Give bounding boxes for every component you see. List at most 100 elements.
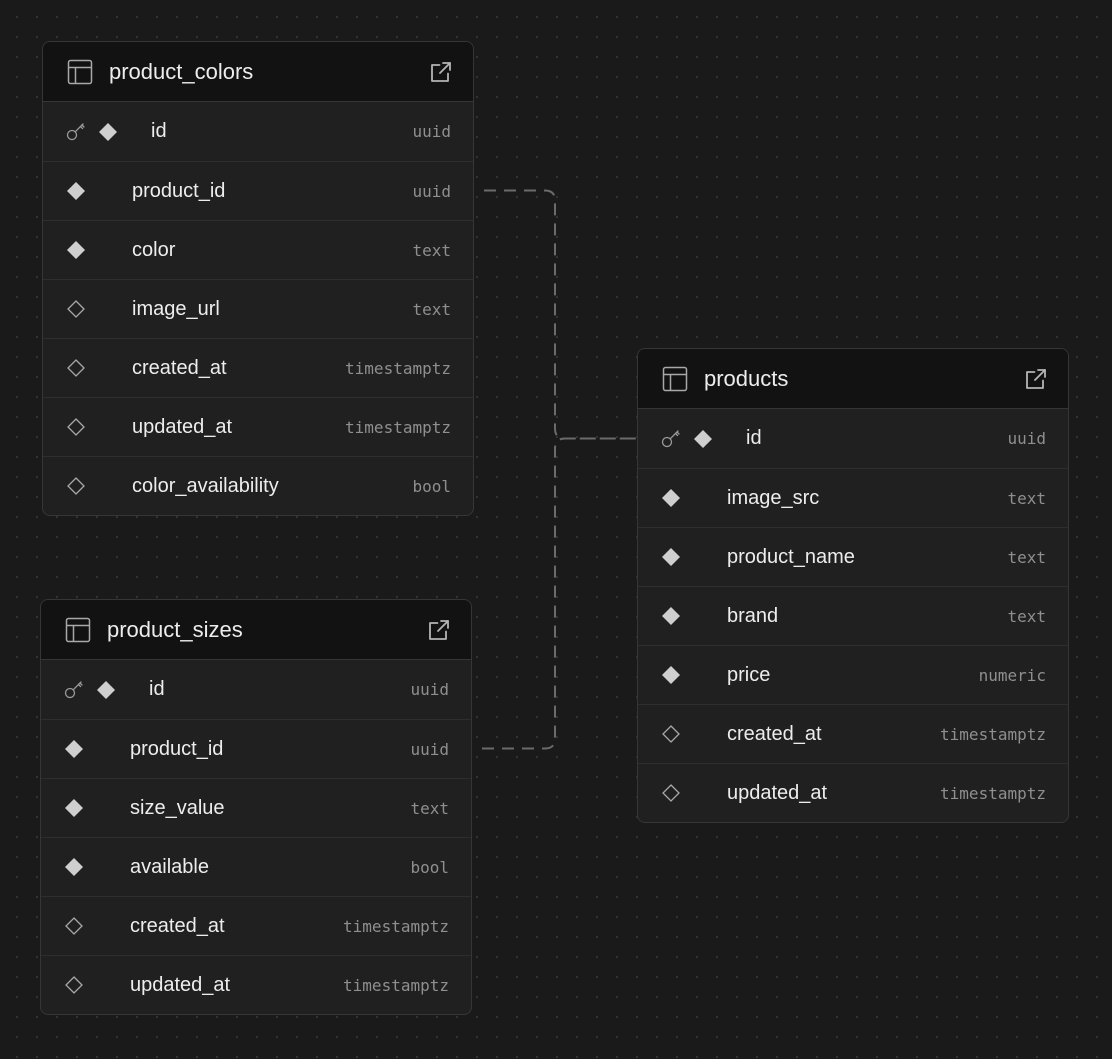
outline-diamond-icon — [64, 975, 84, 995]
column-icons — [66, 417, 132, 437]
column-row[interactable]: created_at timestamptz — [43, 338, 473, 397]
column-type: uuid — [1007, 429, 1046, 448]
column-type: bool — [412, 476, 451, 496]
column-type: timestamptz — [345, 358, 451, 378]
column-icons — [64, 975, 130, 995]
column-name: created_at — [727, 722, 822, 745]
column-name: product_name — [727, 545, 855, 568]
external-link-icon[interactable] — [427, 58, 455, 86]
column-type: timestamptz — [343, 916, 449, 936]
column-type: timestamptz — [345, 417, 451, 437]
column-type: text — [1007, 488, 1046, 508]
column-row[interactable]: updated_at timestamptz — [43, 397, 473, 456]
column-icons — [661, 665, 727, 685]
column-type: bool — [410, 857, 449, 877]
column-icons — [66, 240, 132, 260]
column-type: numeric — [978, 665, 1046, 685]
column-icons — [66, 299, 132, 319]
column-icons — [64, 798, 130, 818]
filled-diamond-icon — [661, 547, 681, 567]
column-row[interactable]: size_value text — [41, 778, 471, 837]
key-icon — [64, 680, 86, 700]
column-name: updated_at — [130, 973, 231, 996]
column-row[interactable]: image_url text — [43, 279, 473, 338]
column-name: id — [151, 120, 167, 142]
outline-diamond-icon — [66, 476, 86, 496]
table-title: product_sizes — [107, 616, 243, 642]
column-type: uuid — [410, 739, 449, 759]
column-row[interactable]: id uuid — [638, 409, 1068, 468]
column-name: brand — [727, 604, 779, 627]
column-row[interactable]: available bool — [41, 837, 471, 896]
external-link-icon[interactable] — [425, 616, 453, 644]
column-type: text — [412, 240, 451, 260]
table-title: products — [704, 365, 789, 391]
column-type: text — [1007, 606, 1046, 626]
column-type: text — [1007, 547, 1046, 567]
column-type: text — [410, 798, 449, 818]
column-name: product_id — [132, 179, 226, 202]
table-grid-icon — [662, 365, 690, 393]
column-type: uuid — [412, 181, 451, 201]
filled-diamond-icon — [64, 798, 84, 818]
column-icons — [661, 488, 727, 508]
column-icons — [64, 857, 130, 877]
outline-diamond-icon — [64, 916, 84, 936]
column-name: available — [130, 855, 209, 878]
column-icons — [64, 680, 149, 700]
filled-diamond-icon — [661, 606, 681, 626]
column-row[interactable]: created_at timestamptz — [41, 896, 471, 955]
external-link-icon[interactable] — [1022, 365, 1050, 393]
column-icons — [64, 916, 130, 936]
column-icons — [661, 724, 727, 744]
column-row[interactable]: color_availability bool — [43, 456, 473, 515]
table-header: products — [638, 349, 1068, 409]
column-name: color — [132, 238, 176, 261]
column-row[interactable]: created_at timestamptz — [638, 704, 1068, 763]
filled-diamond-icon — [661, 488, 681, 508]
table-header: product_sizes — [41, 600, 471, 660]
filled-diamond-icon — [66, 240, 86, 260]
column-icons — [66, 181, 132, 201]
column-name: color_availability — [132, 474, 279, 497]
column-type: text — [412, 299, 451, 319]
column-row[interactable]: id uuid — [41, 660, 471, 719]
table-grid-icon — [65, 616, 93, 644]
column-row[interactable]: product_id uuid — [43, 161, 473, 220]
table-title: product_colors — [109, 58, 254, 84]
column-name: updated_at — [727, 781, 828, 804]
table-product-sizes[interactable]: product_sizesid uuid product_id uuid size_va… — [40, 599, 472, 1015]
column-icons — [661, 429, 746, 449]
column-type: timestamptz — [940, 783, 1046, 803]
outline-diamond-icon — [66, 417, 86, 437]
filled-diamond-icon — [661, 665, 681, 685]
table-products[interactable]: products id uuid image_src text product_name t… — [637, 348, 1069, 823]
filled-diamond-icon — [64, 857, 84, 877]
outline-diamond-icon — [66, 358, 86, 378]
column-row[interactable]: color text — [43, 220, 473, 279]
column-type: timestamptz — [343, 975, 449, 995]
column-name: image_url — [132, 297, 220, 320]
column-row[interactable]: id uuid — [43, 102, 473, 161]
column-icons — [661, 606, 727, 626]
column-row[interactable]: product_name text — [638, 527, 1068, 586]
column-name: image_src — [727, 486, 820, 509]
filled-diamond-icon — [98, 122, 118, 142]
column-row[interactable]: product_id uuid — [41, 719, 471, 778]
column-name: price — [727, 663, 771, 686]
column-row[interactable]: image_src text — [638, 468, 1068, 527]
table-product-colors[interactable]: product_colors id uuid product_id uuid color t… — [42, 41, 474, 516]
filled-diamond-icon — [64, 739, 84, 759]
table-header: product_colors — [43, 42, 473, 102]
column-row[interactable]: updated_at timestamptz — [41, 955, 471, 1014]
relation-line-product_colors — [484, 189, 637, 440]
column-name: created_at — [132, 356, 227, 379]
column-row[interactable]: brand text — [638, 586, 1068, 645]
column-row[interactable]: updated_at timestamptz — [638, 763, 1068, 822]
column-icons — [64, 739, 130, 759]
column-name: updated_at — [132, 415, 233, 438]
column-row[interactable]: price numeric — [638, 645, 1068, 704]
column-name: product_id — [130, 737, 224, 760]
column-icons — [661, 547, 727, 567]
column-icons — [66, 476, 132, 496]
